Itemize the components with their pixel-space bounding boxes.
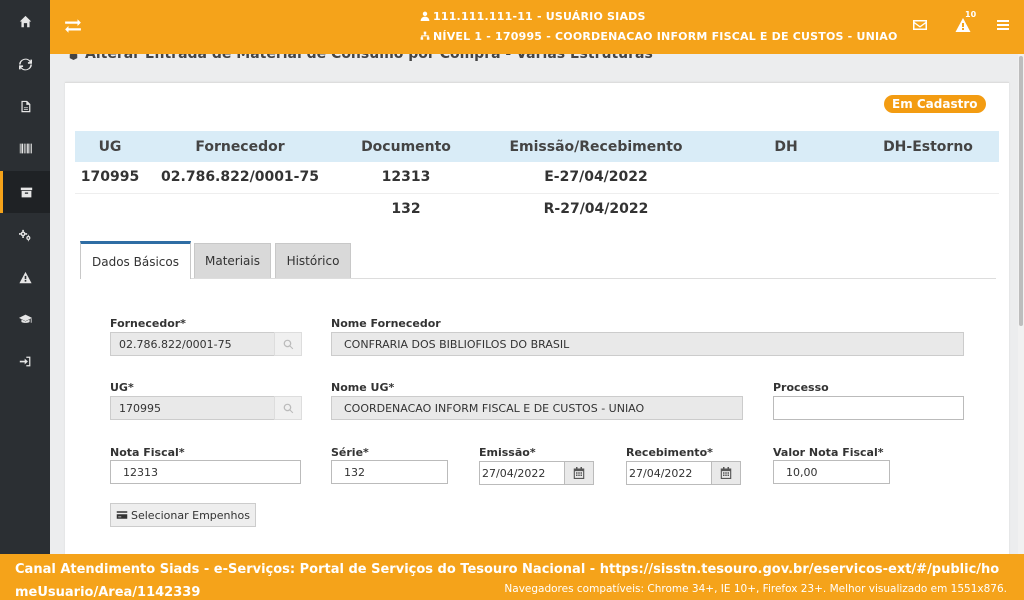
tabs-divider xyxy=(80,278,996,279)
serie-label: Série* xyxy=(331,446,369,459)
archive-icon xyxy=(20,187,33,197)
sidebar-item-barcode[interactable] xyxy=(0,127,50,169)
tab-dados-basicos[interactable]: Dados Básicos xyxy=(80,241,191,279)
recebimento-input[interactable]: 27/04/2022 xyxy=(626,461,712,485)
nome-fornecedor-label: Nome Fornecedor xyxy=(331,317,441,330)
warning-icon xyxy=(18,271,32,283)
level-text: NÍVEL 1 - 170995 - COORDENACAO INFORM FI… xyxy=(433,30,898,43)
nome-ug-input[interactable]: COORDENACAO INFORM FISCAL E DE CUSTOS - … xyxy=(331,396,743,420)
recebimento-calendar-button[interactable] xyxy=(711,461,741,485)
ug-input[interactable]: 170995 xyxy=(110,396,275,420)
col-emissao-recebimento: Emissão/Recebimento xyxy=(477,131,715,162)
sign-in-icon xyxy=(19,356,30,366)
warning-icon xyxy=(955,18,971,32)
selecionar-empenhos-label: Selecionar Empenhos xyxy=(131,508,250,522)
menu-toggle-icon xyxy=(65,19,81,33)
summary-table: UG Fornecedor Documento Emissão/Recebime… xyxy=(75,131,999,224)
emissao-calendar-button[interactable] xyxy=(564,461,594,485)
cell-dh xyxy=(715,162,857,194)
col-documento: Documento xyxy=(335,131,477,162)
footer: Canal Atendimento Siads - e-Serviços: Po… xyxy=(0,554,1024,600)
processo-input[interactable] xyxy=(773,396,964,420)
scrollbar-thumb[interactable] xyxy=(1019,56,1023,326)
nome-fornecedor-input[interactable]: CONFRARIA DOS BIBLIOFILOS DO BRASIL xyxy=(331,332,964,356)
fornecedor-label: Fornecedor* xyxy=(110,317,186,330)
refresh-icon xyxy=(18,58,32,70)
sidebar-item-logout[interactable] xyxy=(0,340,50,382)
cell-ug: 170995 xyxy=(75,162,145,194)
bars-icon xyxy=(997,20,1009,30)
sitemap-icon xyxy=(420,31,430,40)
table-row: 132 R-27/04/2022 xyxy=(75,193,999,224)
processo-label: Processo xyxy=(773,381,829,394)
document-icon xyxy=(20,100,30,112)
tab-materiais[interactable]: Materiais xyxy=(194,243,271,278)
summary-header-row: UG Fornecedor Documento Emissão/Recebime… xyxy=(75,131,999,162)
nota-fiscal-input[interactable]: 12313 xyxy=(110,460,301,484)
sidebar-item-refresh[interactable] xyxy=(0,43,50,85)
sidebar-item-training[interactable] xyxy=(0,298,50,340)
calendar-icon xyxy=(573,467,585,479)
sidebar-item-settings[interactable] xyxy=(0,214,50,256)
calendar-icon xyxy=(720,467,732,479)
ug-search-button[interactable] xyxy=(274,396,302,420)
cell-fornecedor xyxy=(145,193,335,224)
col-fornecedor: Fornecedor xyxy=(145,131,335,162)
table-row: 170995 02.786.822/0001-75 12313 E-27/04/… xyxy=(75,162,999,194)
menu-toggle-button[interactable] xyxy=(64,17,82,35)
selecionar-empenhos-button[interactable]: Selecionar Empenhos xyxy=(110,503,256,527)
valor-nota-label: Valor Nota Fiscal* xyxy=(773,446,884,459)
col-dh: DH xyxy=(715,131,857,162)
user-icon xyxy=(420,11,430,21)
fornecedor-search-button[interactable] xyxy=(274,332,302,356)
cell-dh-estorno xyxy=(857,162,999,194)
serie-input[interactable]: 132 xyxy=(331,460,448,484)
header-foreground: 111.111.111-11 - USUÁRIO SIADS NÍVEL 1 -… xyxy=(50,0,1024,54)
valor-nota-input[interactable]: 10,00 xyxy=(773,460,890,484)
alerts-button[interactable]: 10 xyxy=(955,10,976,35)
col-ug: UG xyxy=(75,131,145,162)
main-menu-button[interactable] xyxy=(995,17,1013,35)
cell-dh xyxy=(715,193,857,224)
search-icon xyxy=(283,403,293,413)
nota-fiscal-label: Nota Fiscal* xyxy=(110,446,185,459)
sidebar-item-document[interactable] xyxy=(0,85,50,127)
cell-dh-estorno xyxy=(857,193,999,224)
envelope-icon xyxy=(913,20,927,30)
fornecedor-input[interactable]: 02.786.822/0001-75 xyxy=(110,332,275,356)
user-text: 111.111.111-11 - USUÁRIO SIADS xyxy=(433,10,646,23)
cogs-icon xyxy=(18,229,30,241)
sidebar-item-archive[interactable] xyxy=(0,171,50,213)
search-icon xyxy=(283,339,293,349)
recebimento-label: Recebimento* xyxy=(626,446,713,459)
user-info: 111.111.111-11 - USUÁRIO SIADS xyxy=(420,10,646,23)
cell-recebimento: R-27/04/2022 xyxy=(543,200,649,217)
cell-documento: 132 xyxy=(391,200,421,217)
cell-ug xyxy=(75,193,145,224)
ug-label: UG* xyxy=(110,381,134,394)
footer-browser-note: Navegadores compatíveis: Chrome 34+, IE … xyxy=(504,583,1007,595)
cell-documento: 12313 xyxy=(335,162,477,194)
graduation-cap-icon xyxy=(18,314,32,323)
level-info: NÍVEL 1 - 170995 - COORDENACAO INFORM FI… xyxy=(420,30,898,43)
cell-emissao: E-27/04/2022 xyxy=(477,162,715,194)
messages-button[interactable] xyxy=(912,17,930,35)
sidebar-item-warning[interactable] xyxy=(0,256,50,298)
emissao-label: Emissão* xyxy=(479,446,536,459)
tab-historico[interactable]: Histórico xyxy=(275,243,351,278)
home-icon xyxy=(19,15,31,27)
cell-fornecedor: 02.786.822/0001-75 xyxy=(145,162,335,194)
alerts-count-badge: 10 xyxy=(965,10,977,19)
credit-card-icon xyxy=(116,511,128,519)
status-badge: Em Cadastro xyxy=(884,95,986,113)
sidebar-item-home[interactable] xyxy=(0,0,50,42)
barcode-icon xyxy=(19,143,32,153)
col-dh-estorno: DH-Estorno xyxy=(857,131,999,162)
nome-ug-label: Nome UG* xyxy=(331,381,395,394)
emissao-input[interactable]: 27/04/2022 xyxy=(479,461,565,485)
sidebar xyxy=(0,0,50,600)
